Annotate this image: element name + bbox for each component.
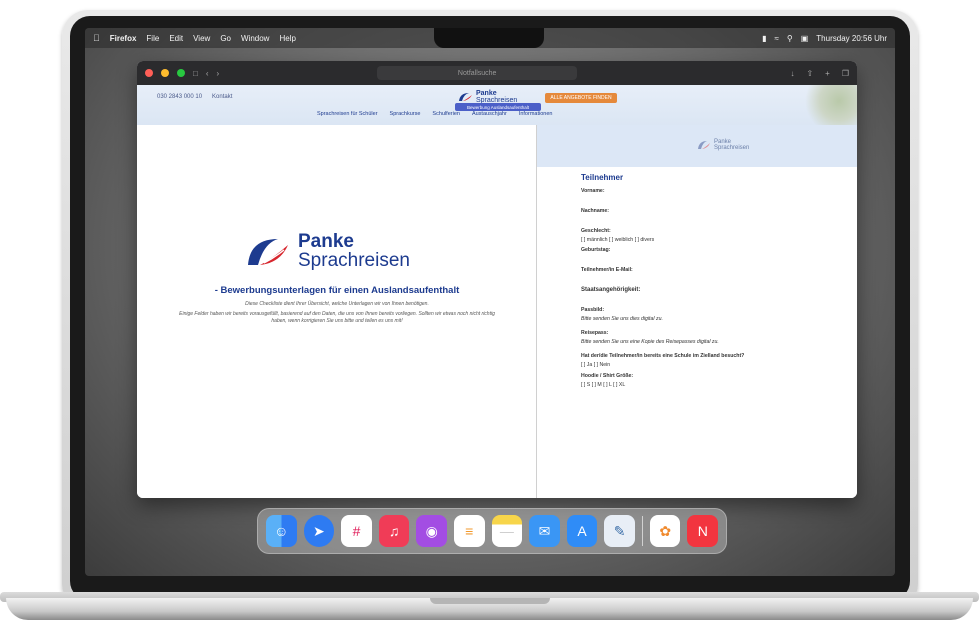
menu-window[interactable]: Window xyxy=(241,34,269,43)
participant-form: Teilnehmer Vorname: Nachname: Geschlecht… xyxy=(581,173,841,398)
desktop-photo:  Firefox File Edit View Go Window Help … xyxy=(0,0,979,630)
menu-file[interactable]: File xyxy=(146,34,159,43)
news-icon[interactable]: N xyxy=(687,515,719,547)
menu-help[interactable]: Help xyxy=(279,34,295,43)
nav-item-schulferien[interactable]: Schulferien xyxy=(432,111,460,117)
tabs-overview-icon[interactable]: ❐ xyxy=(842,69,849,78)
menu-go[interactable]: Go xyxy=(220,34,231,43)
menu-view[interactable]: View xyxy=(193,34,210,43)
safari-icon[interactable]: ➤ xyxy=(303,515,335,547)
nationality-field[interactable]: Staatsangehörigkeit: xyxy=(581,287,841,293)
dock: ☺ ➤ # ♫ ◉ ≡ — ✉ A ✎ ✿ N xyxy=(257,508,727,554)
sidebar-icon[interactable]: □ xyxy=(193,69,198,78)
document-logo: Panke Sprachreisen xyxy=(242,231,410,271)
search-icon[interactable]: ⚲ xyxy=(787,34,793,43)
back-icon[interactable]: ‹ xyxy=(206,69,209,78)
school-question: Hat der/die Teilnehmer/in bereits eine S… xyxy=(581,353,745,359)
form-logo: Panke Sprachreisen xyxy=(697,139,749,151)
logo-swoosh-icon xyxy=(459,93,472,101)
photo-hint: Bitte senden Sie uns dies digital zu. xyxy=(581,316,663,322)
logo-line1: Panke xyxy=(476,90,497,97)
address-text: Notfallsuche xyxy=(457,69,497,77)
menu-edit[interactable]: Edit xyxy=(169,34,183,43)
gender-label: Geschlecht: xyxy=(581,228,611,234)
mail-icon[interactable]: ✉ xyxy=(529,515,560,547)
document-subtitle: Diese Checkliste dient Ihrer Übersicht, … xyxy=(245,301,429,307)
photos-icon[interactable]: ✿ xyxy=(649,515,681,547)
first-name-field[interactable]: Vorname: xyxy=(581,188,841,194)
contact-info: 030 2843 000 10 Kontakt xyxy=(157,94,232,100)
zoom-window-button[interactable] xyxy=(177,69,185,77)
contact-link[interactable]: Kontakt xyxy=(212,94,232,100)
document-cover-page: Panke Sprachreisen - Bewerbungsunterlage… xyxy=(137,125,537,498)
minimize-window-button[interactable] xyxy=(161,69,169,77)
document-form-page: Panke Sprachreisen Teilnehmer Vorname: N… xyxy=(537,125,857,498)
passport-label: Reisepass: xyxy=(581,330,609,336)
close-window-button[interactable] xyxy=(145,69,153,77)
cta-button[interactable]: ALLE ANGEBOTE FINDEN xyxy=(545,93,617,103)
logo-swoosh-large-icon xyxy=(248,239,288,265)
nav-item-informationen[interactable]: Informationen xyxy=(519,111,553,117)
birthday-field[interactable]: Geburtstag: xyxy=(581,247,841,253)
new-tab-icon[interactable]: + xyxy=(825,69,830,78)
forward-icon[interactable]: › xyxy=(217,69,220,78)
form-logo-line2: Sprachreisen xyxy=(714,145,750,151)
document-title: - Bewerbungsunterlagen für einen Ausland… xyxy=(214,285,460,296)
dock-separator xyxy=(641,516,643,546)
menu-clock[interactable]: Thursday 20:56 Uhr xyxy=(816,34,887,43)
menu-app-name[interactable]: Firefox xyxy=(110,34,137,43)
browser-toolbar: □ ‹ › Notfallsuche ↓ ⇧ + ❐ xyxy=(137,61,857,85)
form-page-header: Panke Sprachreisen xyxy=(537,125,857,167)
finder-icon[interactable]: ☺ xyxy=(266,515,297,547)
app-store-icon[interactable]: A xyxy=(566,515,598,547)
browser-window: □ ‹ › Notfallsuche ↓ ⇧ + ❐ 030 2843 000 … xyxy=(137,61,857,498)
notes-icon[interactable]: — xyxy=(491,515,523,547)
logo-swoosh-small-icon xyxy=(698,141,710,149)
photo-label: Passbild: xyxy=(581,307,605,313)
preview-icon[interactable]: ✎ xyxy=(604,515,635,547)
nav-item-sprachkurse[interactable]: Sprachkurse xyxy=(390,111,421,117)
passport-hint: Bitte senden Sie uns eine Kopie des Reis… xyxy=(581,339,719,345)
last-name-field[interactable]: Nachname: xyxy=(581,208,841,214)
nav-item-austauschjahr[interactable]: Austauschjahr xyxy=(472,111,507,117)
music-icon[interactable]: ♫ xyxy=(378,515,410,547)
school-options[interactable]: [ ] Ja [ ] Nein xyxy=(581,362,841,368)
form-heading: Teilnehmer xyxy=(581,173,624,182)
wifi-icon[interactable]: ≈ xyxy=(774,34,778,43)
share-icon[interactable]: ⇧ xyxy=(806,69,813,78)
header-image xyxy=(797,85,857,125)
laptop-base-groove xyxy=(430,598,550,604)
podcasts-icon[interactable]: ◉ xyxy=(416,515,447,547)
apple-icon[interactable]:  xyxy=(93,33,100,43)
document-logo-line2: Sprachreisen xyxy=(298,250,410,271)
screen:  Firefox File Edit View Go Window Help … xyxy=(85,28,895,576)
control-center-icon[interactable]: ▣ xyxy=(801,34,809,43)
reminders-icon[interactable]: ≡ xyxy=(453,515,485,547)
site-logo[interactable]: Panke Sprachreisen xyxy=(457,90,517,104)
gender-options[interactable]: [ ] männlich [ ] weiblich [ ] divers xyxy=(581,237,841,243)
document-viewer: Panke Sprachreisen - Bewerbungsunterlage… xyxy=(137,125,857,498)
battery-icon[interactable]: ▮ xyxy=(762,34,766,43)
address-bar[interactable]: Notfallsuche xyxy=(377,66,578,80)
nav-item-schueler[interactable]: Sprachreisen für Schüler xyxy=(317,111,378,117)
camera-notch xyxy=(434,28,544,48)
email-field[interactable]: Teilnehmer/in E-Mail: xyxy=(581,267,841,273)
document-body: Einige Felder haben wir bereits vorausge… xyxy=(179,311,495,324)
shirt-size-label: Hoodie / Shirt Größe: xyxy=(581,373,634,379)
document-logo-line1: Panke xyxy=(298,231,354,252)
shirt-size-options[interactable]: [ ] S [ ] M [ ] L [ ] XL xyxy=(581,382,841,388)
main-nav: Sprachreisen für Schüler Sprachkurse Sch… xyxy=(317,111,552,117)
download-icon[interactable]: ↓ xyxy=(790,69,794,78)
page-tag[interactable]: Bewerbung Auslandsaufenthalt xyxy=(455,103,541,111)
slack-icon[interactable]: # xyxy=(341,515,372,547)
phone-link[interactable]: 030 2843 000 10 xyxy=(157,94,202,100)
